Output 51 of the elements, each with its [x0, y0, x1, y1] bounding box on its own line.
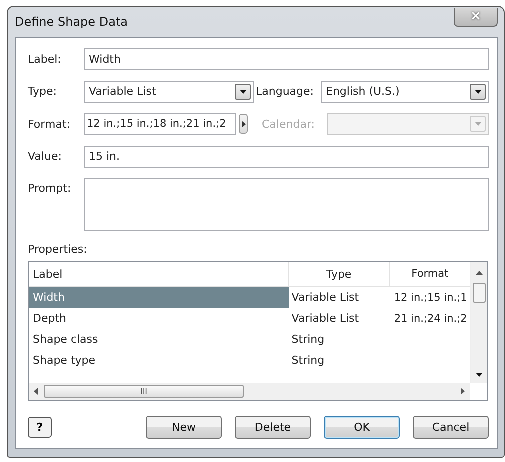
dialog-button[interactable]: New [146, 416, 222, 439]
right-arrow-icon [242, 120, 246, 128]
table-row[interactable]: Shape type String [29, 350, 470, 371]
table-cell-text: Shape type [32, 354, 97, 367]
dialog-button[interactable]: Cancel [413, 416, 489, 439]
format-field[interactable]: 12 in.;15 in.;18 in.;21 in.;2 [84, 113, 236, 135]
section-label: Properties: [28, 243, 88, 256]
scroll-grip[interactable]: III [140, 387, 148, 396]
dropdown-arrow-icon [240, 90, 246, 94]
field-label: Label: [28, 52, 62, 66]
value-field[interactable]: 15 in. [84, 146, 489, 168]
table-cell-text: Depth [32, 312, 68, 325]
window-title: Define Shape Data [15, 15, 128, 29]
table-cell-text: Shape class [32, 333, 100, 346]
dropdown[interactable]: Variable List [84, 80, 254, 102]
table-row[interactable]: Shape class String [29, 329, 470, 350]
dropdown-arrow-icon [474, 90, 482, 94]
expand-button[interactable] [239, 114, 248, 134]
table-row[interactable]: Depth Variable List 21 in.;24 in.;2 [29, 308, 470, 329]
label-field[interactable]: Width [84, 48, 489, 70]
field-label: Prompt: [28, 181, 72, 195]
help-button[interactable]: ? [28, 417, 52, 438]
field-label: Type: [28, 85, 58, 98]
table-cell-text: Variable List [290, 291, 360, 304]
column-header[interactable]: Format [390, 262, 470, 286]
scroll-up-icon [476, 271, 482, 275]
dropdown[interactable]: English (U.S.) [321, 80, 489, 102]
column-header[interactable]: Label [29, 262, 289, 286]
table-cell-text: String [290, 333, 326, 346]
field-label: Calendar: [262, 118, 316, 130]
prompt-field[interactable] [84, 178, 489, 231]
vertical-scrollbar[interactable] [470, 262, 487, 383]
scroll-thumb[interactable] [472, 283, 486, 303]
dropdown-arrow-icon [474, 122, 482, 126]
column-header[interactable]: Type [288, 262, 390, 286]
table-cell-text: 12 in.;15 in.;1 [393, 292, 468, 304]
table-cell: Width [29, 287, 289, 308]
scroll-right-icon [461, 388, 465, 395]
table-cell-text: String [290, 354, 326, 367]
scroll-left-icon [34, 388, 38, 395]
table-cell-text: 21 in.;24 in.;2 [393, 312, 468, 324]
table-row[interactable]: Width Variable List 12 in.;15 in.;1 [29, 287, 470, 308]
dropdown[interactable] [327, 113, 489, 135]
dialog-button[interactable]: OK [324, 416, 400, 439]
field-label: Value: [28, 150, 63, 163]
field-label: Language: [256, 85, 315, 98]
field-label: Format: [28, 118, 72, 130]
scroll-down-icon [476, 373, 482, 377]
horizontal-scrollbar[interactable]: III [29, 383, 470, 400]
table-cell-text: Variable List [290, 312, 360, 325]
dialog-button[interactable]: Delete [235, 416, 311, 439]
